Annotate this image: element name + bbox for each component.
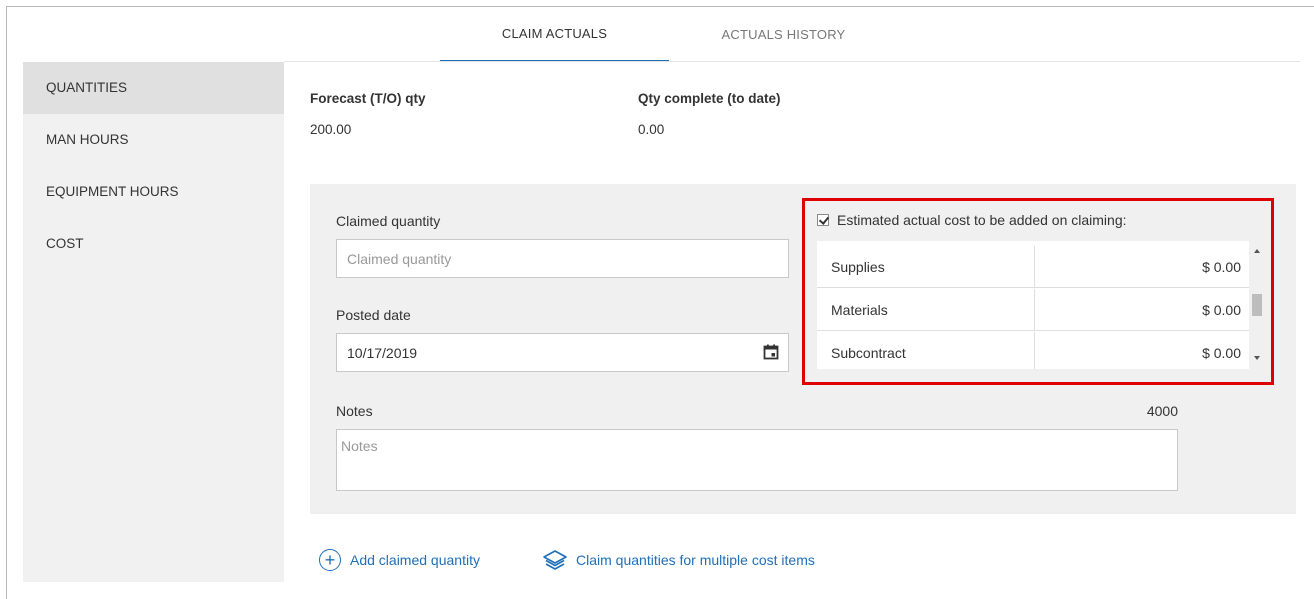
estimated-cost-box: Estimated actual cost to be added on cla… <box>802 198 1274 385</box>
layers-icon <box>543 550 567 570</box>
forecast-qty-value: 200.00 <box>310 122 352 137</box>
notes-char-counter: 4000 <box>1146 403 1178 419</box>
scroll-down-arrow-icon[interactable] <box>1254 356 1260 360</box>
calendar-icon[interactable] <box>763 344 779 360</box>
cost-row-supplies: Supplies $ 0.00 <box>817 246 1249 288</box>
sidebar-item-quantities[interactable]: QUANTITIES <box>23 62 284 114</box>
scroll-up-arrow-icon[interactable] <box>1254 249 1260 253</box>
cost-table: Supplies $ 0.00 Materials $ 0.00 Subcont… <box>817 241 1249 369</box>
estimated-cost-checkbox-row: Estimated actual cost to be added on cla… <box>817 212 1127 228</box>
notes-label: Notes <box>336 403 373 419</box>
claimed-quantity-input[interactable] <box>336 239 789 278</box>
cost-name: Subcontract <box>817 332 1035 369</box>
claim-multiple-label: Claim quantities for multiple cost items <box>576 552 815 568</box>
qty-complete-value: 0.00 <box>638 122 665 137</box>
qty-complete-label: Qty complete (to date) <box>638 91 781 106</box>
cost-table-scrollbar[interactable] <box>1251 241 1265 369</box>
cost-name: Materials <box>817 289 1035 330</box>
cost-value[interactable]: $ 0.00 <box>1035 332 1249 369</box>
cost-value[interactable]: $ 0.00 <box>1035 246 1249 287</box>
plus-circle-icon: + <box>319 549 341 571</box>
estimated-cost-checkbox[interactable] <box>817 214 829 226</box>
cost-row-materials: Materials $ 0.00 <box>817 289 1249 331</box>
cost-name: Supplies <box>817 246 1035 287</box>
tab-bar: CLAIM ACTUALS ACTUALS HISTORY <box>440 6 898 62</box>
posted-date-input[interactable] <box>336 333 789 372</box>
sidebar-item-cost[interactable]: COST <box>23 218 284 270</box>
tab-claim-actuals[interactable]: CLAIM ACTUALS <box>440 6 669 62</box>
add-claimed-quantity-label: Add claimed quantity <box>350 552 480 568</box>
sidebar: QUANTITIES MAN HOURS EQUIPMENT HOURS COS… <box>23 62 284 582</box>
notes-textarea[interactable] <box>336 429 1178 491</box>
sidebar-item-man-hours[interactable]: MAN HOURS <box>23 114 284 166</box>
posted-date-label: Posted date <box>336 307 411 323</box>
add-claimed-quantity-button[interactable]: + Add claimed quantity <box>319 549 480 571</box>
estimated-cost-checkbox-label: Estimated actual cost to be added on cla… <box>837 212 1127 228</box>
claimed-quantity-label: Claimed quantity <box>336 213 441 229</box>
cost-row-subcontract: Subcontract $ 0.00 <box>817 332 1249 369</box>
sidebar-item-equipment-hours[interactable]: EQUIPMENT HOURS <box>23 166 284 218</box>
scroll-thumb[interactable] <box>1252 294 1262 316</box>
forecast-qty-label: Forecast (T/O) qty <box>310 91 426 106</box>
claim-multiple-cost-items-button[interactable]: Claim quantities for multiple cost items <box>542 549 815 571</box>
cost-value[interactable]: $ 0.00 <box>1035 289 1249 330</box>
tab-actuals-history[interactable]: ACTUALS HISTORY <box>669 6 898 62</box>
tab-divider <box>284 61 1300 62</box>
